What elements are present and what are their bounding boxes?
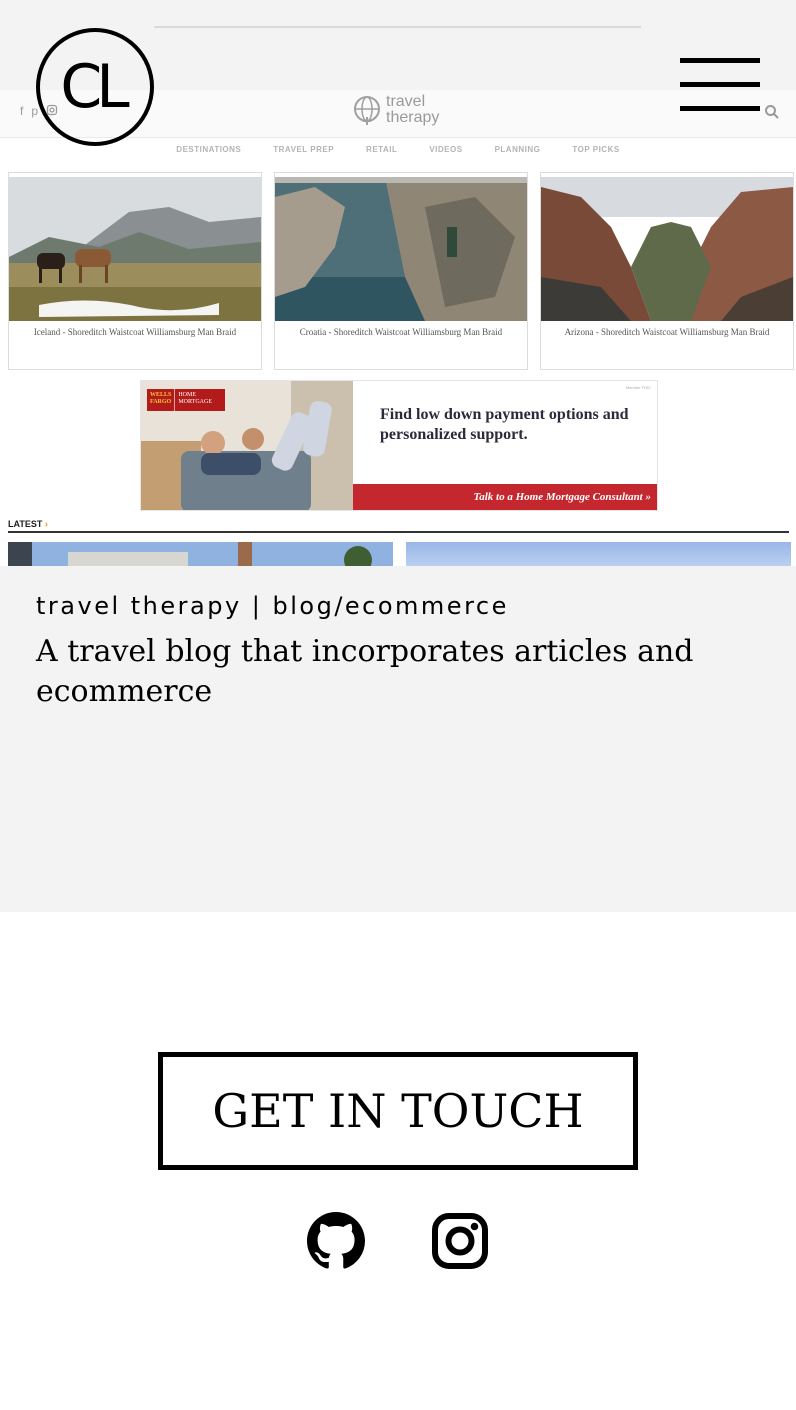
menu-bar: [680, 58, 760, 63]
hamburger-menu-icon[interactable]: [680, 58, 760, 112]
get-in-touch-button[interactable]: GET IN TOUCH: [158, 1052, 638, 1170]
preview-nav-item: VIDEOS: [429, 145, 463, 154]
preview-nav-item: RETAIL: [366, 145, 398, 154]
menu-bar: [680, 82, 760, 87]
logo[interactable]: CL: [36, 28, 154, 146]
preview-ad-banner: WELLS FARGO HOME MORTGAGE Member FDIC Fi…: [140, 380, 658, 511]
latest-thumbnail: [8, 542, 393, 566]
ad-brand-side: HOME MORTGAGE: [174, 389, 225, 411]
preview-site-logo: travel therapy: [352, 94, 439, 126]
preview-card: Iceland - Shoreditch Waistcoat Williamsb…: [8, 172, 262, 370]
preview-card-caption: Croatia - Shoreditch Waistcoat Williamsb…: [299, 327, 503, 337]
preview-nav: DESTINATIONS TRAVEL PREP RETAIL VIDEOS P…: [0, 138, 796, 162]
latest-text: LATEST: [8, 519, 43, 529]
chevron-right-icon: ›: [44, 519, 48, 529]
search-icon: [765, 105, 779, 119]
preview-latest-divider: [8, 531, 789, 533]
header-divider: [154, 26, 641, 28]
ad-cta: Talk to a Home Mortgage Consultant »: [353, 484, 657, 510]
logo-text: CL: [60, 52, 129, 122]
preview-latest-label: LATEST ›: [8, 519, 48, 529]
project-info-panel: travel therapy | blog/ecommerce A travel…: [0, 566, 796, 912]
preview-card: Croatia - Shoreditch Waistcoat Williamsb…: [274, 172, 528, 370]
project-description: A travel blog that incorporates articles…: [36, 634, 694, 709]
croatia-cliffs-image: [275, 177, 527, 321]
preview-site-name: travel therapy: [386, 93, 440, 126]
menu-bar: [680, 106, 760, 111]
pinterest-icon: p: [31, 104, 39, 118]
latest-thumbnail: [406, 542, 791, 566]
preview-card-caption: Arizona - Shoreditch Waistcoat Williamsb…: [564, 327, 770, 337]
project-title: travel therapy | blog/ecommerce: [36, 592, 509, 620]
preview-nav-item: TRAVEL PREP: [273, 145, 335, 154]
github-icon[interactable]: [307, 1212, 365, 1270]
preview-nav-item: TOP PICKS: [572, 145, 620, 154]
ad-brand-top: WELLS FARGO: [150, 392, 172, 405]
ad-brand-badge: WELLS FARGO HOME MORTGAGE: [147, 389, 225, 411]
ad-member-text: Member FDIC: [625, 385, 651, 390]
preview-card: Arizona - Shoreditch Waistcoat Williamsb…: [540, 172, 794, 370]
facebook-icon: f: [20, 104, 24, 118]
instagram-icon[interactable]: [431, 1212, 489, 1270]
preview-card-caption: Iceland - Shoreditch Waistcoat Williamsb…: [33, 327, 237, 337]
preview-nav-item: PLANNING: [494, 145, 541, 154]
preview-nav-item: DESTINATIONS: [176, 145, 242, 154]
project-screenshot[interactable]: f p travel therapy DESTINATIONS TRAVEL P…: [0, 90, 796, 566]
preview-cards: Iceland - Shoreditch Waistcoat Williamsb…: [8, 172, 794, 372]
ad-headline: Find low down payment options and person…: [380, 406, 629, 443]
arizona-canyon-image: [541, 177, 793, 321]
globe-icon: [354, 96, 380, 125]
iceland-horses-image: [9, 177, 261, 321]
